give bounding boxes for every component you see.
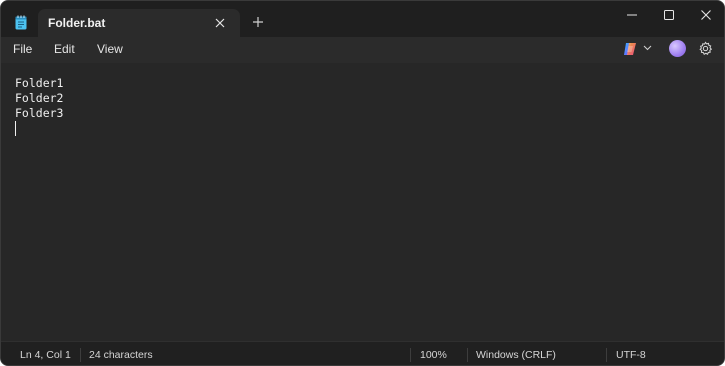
title-bar[interactable]: Folder.bat (1, 1, 724, 37)
minimize-icon (627, 14, 637, 16)
status-divider (410, 348, 411, 362)
menu-view[interactable]: View (97, 42, 123, 56)
close-button[interactable] (686, 1, 724, 31)
menu-edit[interactable]: Edit (54, 42, 75, 56)
status-divider (467, 348, 468, 362)
plus-icon[interactable] (251, 15, 265, 29)
maximize-button[interactable] (649, 1, 689, 31)
avatar[interactable] (669, 40, 686, 57)
tab-title: Folder.bat (48, 16, 106, 30)
text-caret (15, 121, 16, 136)
chevron-down-icon[interactable] (643, 45, 652, 51)
close-icon[interactable] (213, 16, 227, 30)
text-line: Folder2 (15, 91, 64, 105)
gear-icon[interactable] (698, 41, 713, 56)
status-encoding[interactable]: UTF-8 (616, 349, 646, 361)
status-character-count: 24 characters (89, 349, 153, 361)
text-editor[interactable]: Folder1 Folder2 Folder3 (1, 63, 724, 341)
status-zoom[interactable]: 100% (420, 349, 447, 361)
document-tab[interactable]: Folder.bat (38, 9, 240, 37)
notepad-window: Folder.bat File Edit View Folder1 Folder… (0, 0, 725, 366)
notepad-icon (15, 15, 27, 30)
status-bar: Ln 4, Col 1 24 characters 100% Windows (… (1, 341, 724, 365)
status-line-endings[interactable]: Windows (CRLF) (476, 349, 556, 361)
menu-bar: File Edit View (1, 37, 724, 63)
text-line: Folder1 (15, 76, 64, 90)
maximize-icon (664, 10, 674, 20)
close-icon (701, 10, 711, 20)
menu-file[interactable]: File (13, 42, 32, 56)
copilot-icon[interactable] (622, 41, 638, 57)
text-line: Folder3 (15, 106, 64, 120)
minimize-button[interactable] (612, 1, 652, 31)
status-divider (606, 348, 607, 362)
status-divider (80, 348, 81, 362)
status-cursor-position[interactable]: Ln 4, Col 1 (20, 349, 71, 361)
